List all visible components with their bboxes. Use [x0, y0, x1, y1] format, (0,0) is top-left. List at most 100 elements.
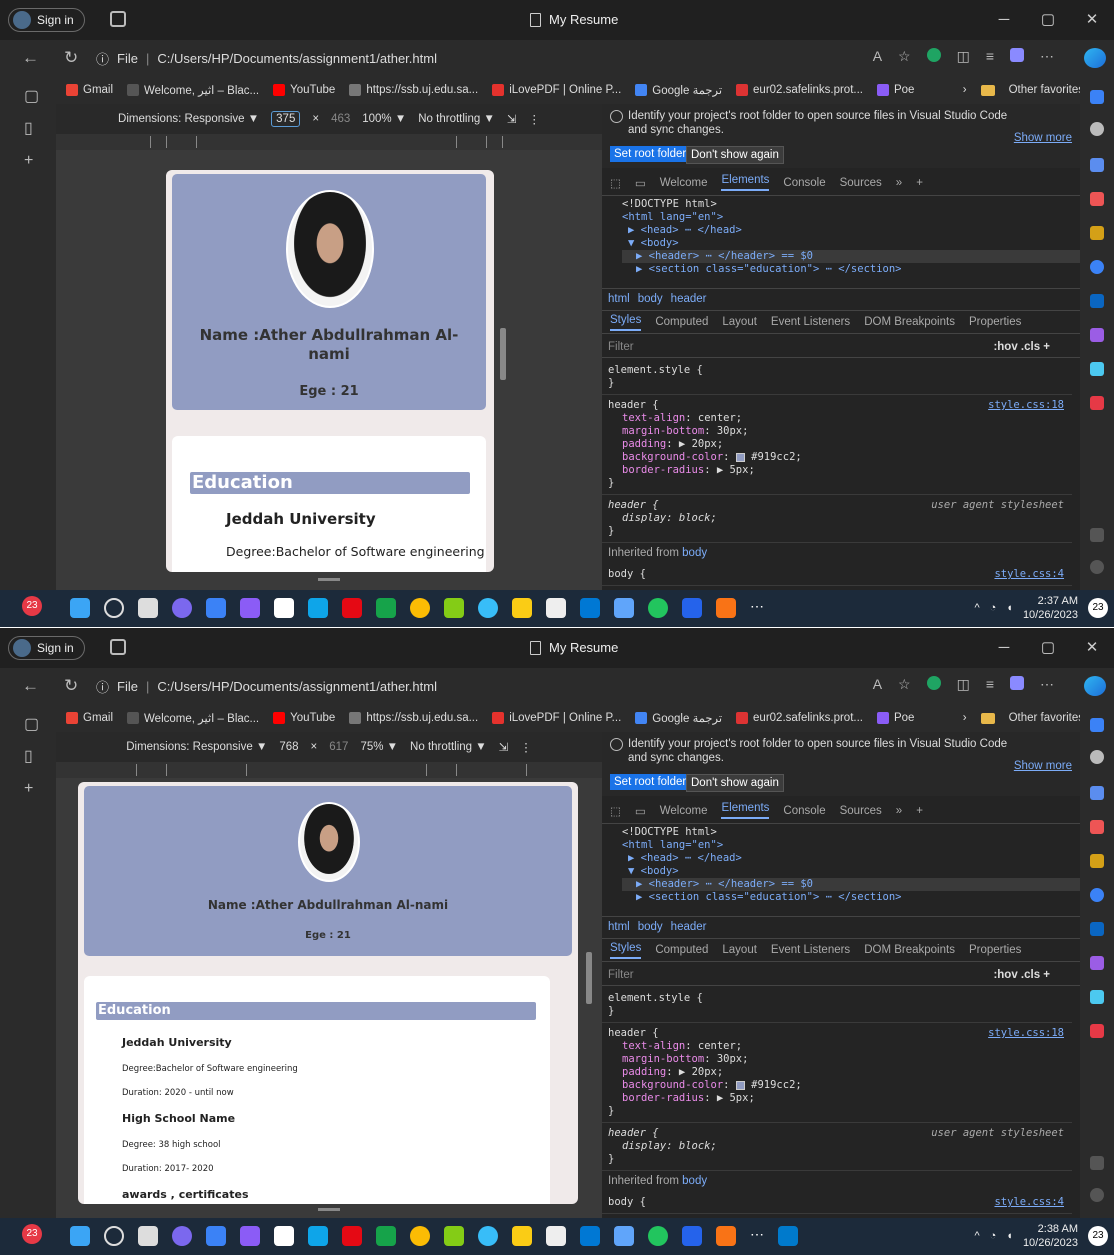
tabs-icon[interactable]: ▢: [24, 714, 39, 734]
color-swatch[interactable]: [735, 452, 745, 462]
dom-line[interactable]: <html lang="en">: [622, 211, 1080, 224]
rule-body[interactable]: style.css:4 body {: [602, 1192, 1072, 1214]
refresh-icon[interactable]: ↻: [64, 676, 78, 696]
fav-poe[interactable]: Poe: [876, 712, 914, 724]
breadcrumb-body[interactable]: body: [638, 293, 663, 305]
height-input[interactable]: 617: [329, 741, 348, 753]
tab-dom-breakpoints[interactable]: DOM Breakpoints: [864, 316, 955, 328]
rotate-icon[interactable]: ⇲: [507, 112, 517, 126]
bell-icon[interactable]: [1090, 90, 1104, 104]
extension-icon-2[interactable]: [1010, 676, 1024, 690]
throttle-select[interactable]: No throttling ▼: [410, 741, 487, 753]
source-link[interactable]: style.css:18: [988, 1027, 1064, 1040]
amazon-icon[interactable]: [274, 1226, 294, 1246]
more-apps-icon[interactable]: ⋯: [750, 598, 764, 618]
wifi-icon[interactable]: ◔: [990, 1230, 997, 1242]
show-more-link[interactable]: Show more: [1014, 132, 1072, 144]
height-input[interactable]: 463: [331, 113, 350, 125]
minimize-icon[interactable]: ─: [982, 628, 1026, 668]
fav-safelinks[interactable]: eur02.safelinks.prot...: [736, 712, 863, 724]
tab-console[interactable]: Console: [783, 805, 825, 817]
clock[interactable]: 2:38 AM 10/26/2023: [1023, 1222, 1078, 1250]
fav-ilovepdf[interactable]: iLovePDF | Online P...: [492, 84, 621, 96]
breadcrumb-header[interactable]: header: [671, 293, 707, 305]
rule-body[interactable]: style.css:4 body {: [602, 564, 1072, 586]
dom-line[interactable]: ▶ <head> ⋯ </head>: [622, 224, 1080, 237]
taskview-icon[interactable]: [138, 1226, 158, 1246]
visual-studio-icon[interactable]: [240, 598, 260, 618]
rule-element-style[interactable]: element.style {}: [602, 360, 1072, 395]
more-apps-icon[interactable]: ⋯: [750, 1226, 764, 1246]
tab-actions-icon[interactable]: [110, 11, 126, 27]
source-link[interactable]: style.css:18: [988, 399, 1064, 412]
fav-google-translate[interactable]: Google ترجمة: [635, 711, 722, 725]
tag-icon[interactable]: [1090, 786, 1104, 800]
game-icon[interactable]: [1090, 854, 1104, 868]
fav-ilovepdf[interactable]: iLovePDF | Online P...: [492, 712, 621, 724]
throttle-select[interactable]: No throttling ▼: [418, 113, 495, 125]
volume-icon[interactable]: ◖: [1006, 602, 1013, 614]
game-icon[interactable]: [1090, 226, 1104, 240]
dom-line[interactable]: <!DOCTYPE html>: [622, 826, 1080, 839]
app-grid-icon[interactable]: [716, 598, 736, 618]
send-icon[interactable]: [1090, 362, 1104, 376]
side-resize-handle[interactable]: [500, 328, 506, 380]
color-swatch[interactable]: [735, 1080, 745, 1090]
dont-show-again-button[interactable]: Don't show again: [686, 774, 784, 792]
whatsapp-icon[interactable]: [648, 598, 668, 618]
photos-icon[interactable]: [614, 1226, 634, 1246]
copilot-icon[interactable]: [1090, 888, 1104, 902]
read-aloud-icon[interactable]: A: [873, 676, 882, 693]
breadcrumb-header[interactable]: header: [671, 921, 707, 933]
collections-icon[interactable]: ◫: [957, 676, 970, 693]
tab-elements[interactable]: Elements: [721, 802, 770, 819]
fav-youtube[interactable]: YouTube: [273, 84, 335, 96]
search-icon[interactable]: [104, 598, 124, 618]
notepad-icon[interactable]: [546, 1226, 566, 1246]
chrome-icon[interactable]: [410, 598, 430, 618]
breadcrumb-body[interactable]: body: [638, 921, 663, 933]
side-resize-handle[interactable]: [586, 952, 592, 1004]
wifi-icon[interactable]: ◔: [990, 602, 997, 614]
outlook-icon[interactable]: [580, 598, 600, 618]
device-toggle-icon[interactable]: ▭: [635, 176, 646, 190]
extension-icon[interactable]: [926, 48, 941, 62]
zoom-select[interactable]: 75% ▼: [360, 741, 398, 753]
designer-icon[interactable]: [1090, 956, 1104, 970]
favorites-icon[interactable]: ≡: [986, 676, 994, 693]
tab-welcome[interactable]: Welcome: [660, 177, 708, 189]
favorites-icon[interactable]: ≡: [986, 48, 994, 65]
photos-icon[interactable]: [614, 598, 634, 618]
dom-line[interactable]: ▼ <body>: [622, 237, 1080, 250]
telegram-icon[interactable]: [478, 598, 498, 618]
set-root-folder-button[interactable]: Set root folder: [610, 774, 691, 790]
other-favorites[interactable]: › Other favorites: [963, 704, 1084, 732]
tab-properties[interactable]: Properties: [969, 316, 1021, 328]
refresh-icon[interactable]: ↻: [64, 48, 78, 68]
close-icon[interactable]: ✕: [1070, 0, 1114, 40]
amazon-icon[interactable]: [274, 598, 294, 618]
tabs-icon[interactable]: ▢: [24, 86, 39, 106]
file-explorer-icon[interactable]: [512, 598, 532, 618]
settings-icon[interactable]: [1090, 1188, 1104, 1202]
collections-icon[interactable]: ◫: [957, 48, 970, 65]
minimize-icon[interactable]: ─: [982, 0, 1026, 40]
search-icon[interactable]: [1090, 122, 1104, 136]
bell-icon[interactable]: [1090, 718, 1104, 732]
tab-computed[interactable]: Computed: [655, 944, 708, 956]
dom-line-selected[interactable]: ▶ <header> ⋯ </header> == $0: [622, 250, 1080, 263]
show-more-link[interactable]: Show more: [1014, 760, 1072, 772]
tab-properties[interactable]: Properties: [969, 944, 1021, 956]
heart-icon[interactable]: [1090, 396, 1104, 410]
other-favorites[interactable]: › Other favorites: [963, 76, 1084, 104]
maximize-icon[interactable]: ▢: [1026, 0, 1070, 40]
send-icon[interactable]: [1090, 990, 1104, 1004]
url-field[interactable]: ⓘ File | C:/Users/HP/Documents/assignment1/…: [96, 45, 437, 71]
rotate-icon[interactable]: ⇲: [499, 740, 509, 754]
dom-line[interactable]: ▶ <section class="education"> ⋯ </sectio…: [622, 891, 1080, 904]
read-aloud-icon[interactable]: A: [873, 48, 882, 65]
dom-line-selected[interactable]: ▶ <header> ⋯ </header> == $0: [622, 878, 1080, 891]
url-field[interactable]: ⓘ File | C:/Users/HP/Documents/assignment1/…: [96, 673, 437, 699]
more-icon[interactable]: ⋮: [528, 112, 540, 126]
tab-actions-icon[interactable]: [110, 639, 126, 655]
